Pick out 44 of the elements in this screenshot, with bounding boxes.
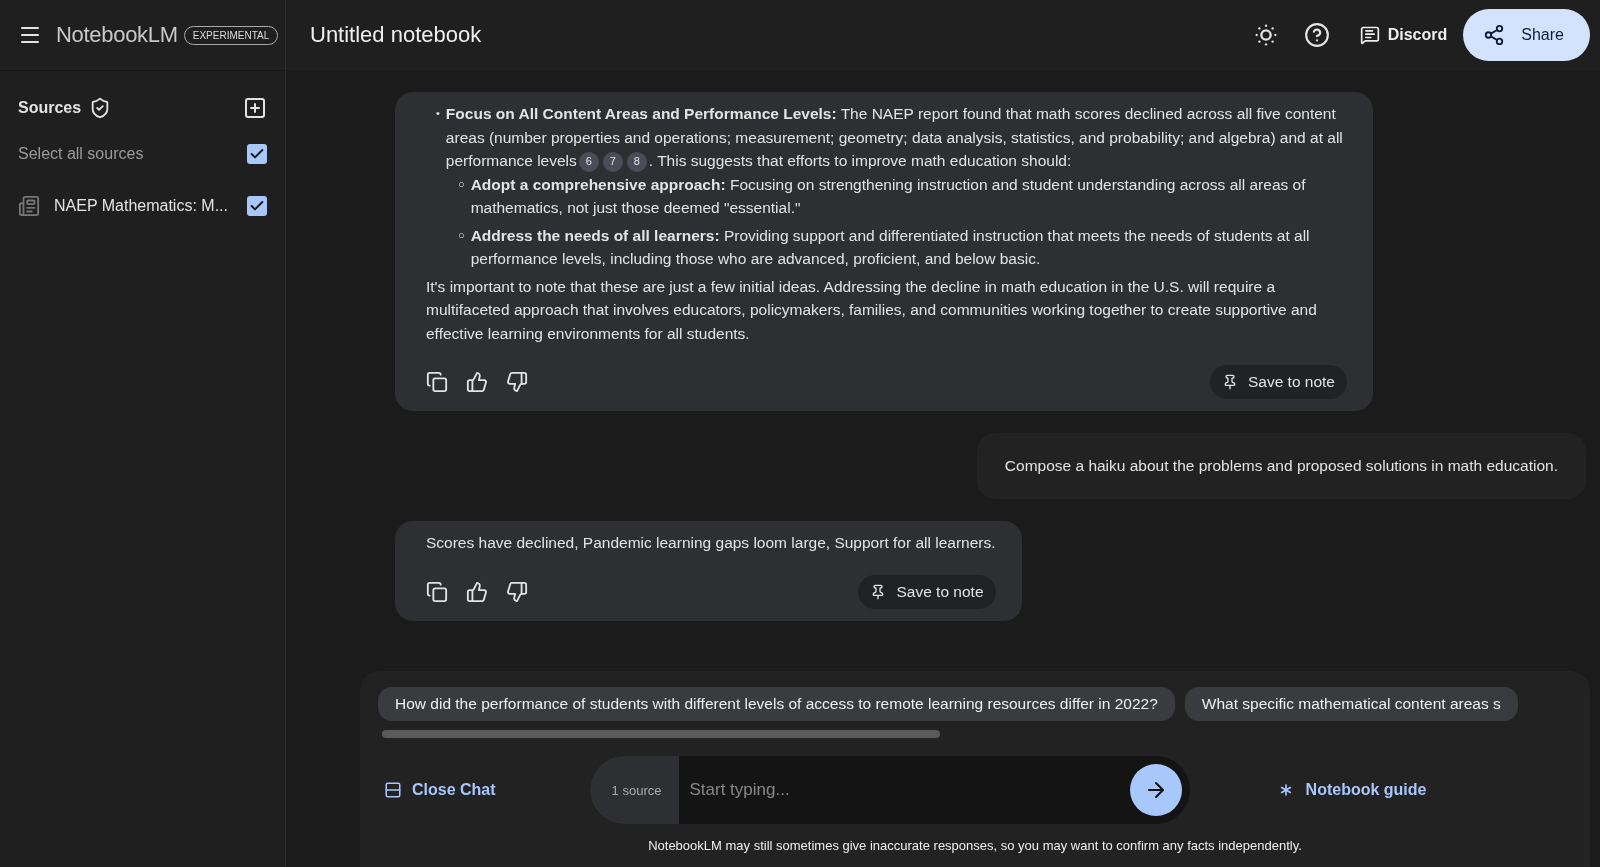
send-button[interactable] bbox=[1129, 764, 1182, 816]
checkbox[interactable] bbox=[247, 144, 267, 164]
app-logo: NotebookLM bbox=[56, 22, 178, 48]
citation-chip[interactable]: 7 bbox=[602, 151, 623, 172]
suggestion-chip[interactable]: What specific mathematical content areas s bbox=[1184, 687, 1518, 721]
response-text: It's important to note that these are just a few initial ideas. Addressing the decline in math education in the U.S. will require a multifaceted approach that involves educators, policymakers, families, and communities working together to create supportive and effective learning environments for all students. bbox=[426, 276, 1318, 344]
citation-chip[interactable]: 8 bbox=[626, 151, 647, 172]
bullet-marker: ○ bbox=[458, 176, 465, 192]
thumbs-up-icon[interactable] bbox=[466, 371, 488, 393]
disclaimer: NotebookLM may still sometimes give inaccurate responses, so you may want to confirm any facts independently. bbox=[647, 838, 1303, 853]
response-text: Focus on All Content Areas and Performance Levels: The NAEP report found that math scores declined across all five content areas (number properties and operations; measurement; geometry; data analysis, statistics, and probability; and algebra) and at all performance levels 6 7 8 . This suggests that efforts to improve math education should: bbox=[445, 102, 1347, 173]
copy-icon[interactable] bbox=[426, 580, 448, 603]
thumbs-down-icon[interactable] bbox=[506, 580, 528, 603]
citation-chip[interactable]: 6 bbox=[578, 151, 599, 172]
panel-icon bbox=[384, 781, 402, 799]
bullet-marker: • bbox=[436, 106, 440, 121]
share-button[interactable]: Share bbox=[1463, 9, 1590, 61]
save-to-note-button[interactable]: Save to note bbox=[858, 574, 996, 609]
suggestion-chip[interactable]: How did the performance of students with different levels of access to remote learning resources differ in 2022? bbox=[378, 687, 1175, 721]
source-title[interactable]: NAEP Mathematics: M... bbox=[54, 197, 228, 215]
response-text: Adopt a comprehensive approach: Focusing on strengthening instruction and student understanding across all areas of mathematics, not just those deemed "essential." bbox=[470, 174, 1307, 218]
chat-icon bbox=[1359, 25, 1380, 45]
notebook-title[interactable]: Untitled notebook bbox=[310, 22, 1228, 48]
sources-title: Sources bbox=[18, 99, 82, 117]
response-text: Scores have declined, Pandemic learning gaps loom large, Support for all learners. bbox=[426, 533, 996, 553]
add-source-icon[interactable] bbox=[243, 96, 267, 120]
document-icon bbox=[18, 195, 40, 217]
thumbs-up-icon[interactable] bbox=[466, 580, 488, 603]
select-all-label: Select all sources bbox=[18, 145, 144, 163]
share-icon bbox=[1483, 24, 1506, 46]
copy-icon[interactable] bbox=[426, 371, 448, 393]
bullet-marker: ○ bbox=[458, 227, 465, 243]
close-chat-button[interactable]: Close Chat bbox=[378, 780, 502, 800]
message-field[interactable]: Start typing... bbox=[679, 779, 1130, 801]
save-to-note-button[interactable]: Save to note bbox=[1209, 365, 1347, 399]
checkbox[interactable] bbox=[247, 196, 267, 216]
scrollbar[interactable] bbox=[382, 730, 940, 738]
discord-button[interactable]: Discord bbox=[1353, 24, 1454, 46]
notebook-guide-button[interactable]: Notebook guide bbox=[1269, 779, 1433, 801]
query-bubble: Compose a haiku about the problems and proposed solutions in math education. bbox=[976, 433, 1586, 499]
thumbs-down-icon[interactable] bbox=[506, 371, 528, 393]
response-text: Address the needs of all learners: Providing support and differentiated instruction that meets the needs of students at all performance levels, including those who are advanced, proficient, and below basic. bbox=[470, 225, 1311, 269]
help-icon[interactable] bbox=[1303, 22, 1330, 48]
source-count: 1 source bbox=[589, 756, 680, 824]
